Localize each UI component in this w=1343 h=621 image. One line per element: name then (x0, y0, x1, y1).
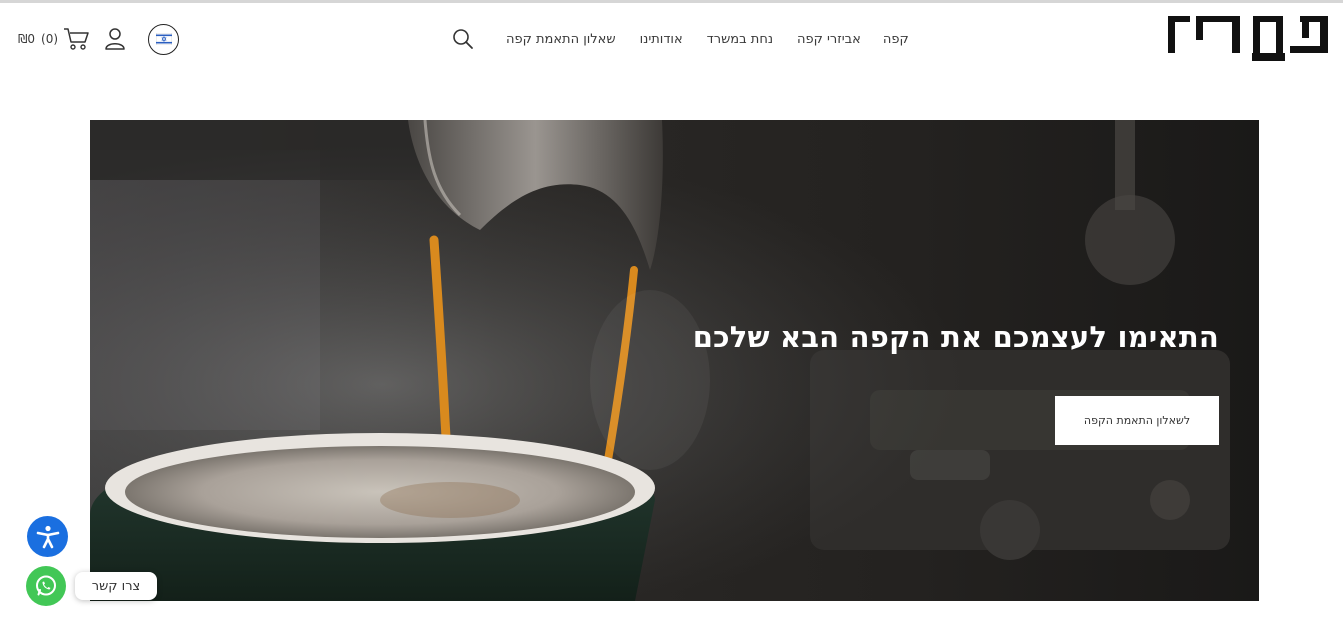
user-icon[interactable] (104, 27, 126, 51)
nav-item-coffee-quiz[interactable]: שאלון התאמת קפה (506, 32, 616, 47)
search-icon[interactable] (452, 28, 474, 50)
whatsapp-button[interactable] (26, 566, 66, 606)
site-header: קפה אביזרי קפה נחת במשרד אודותינו שאלון … (0, 3, 1343, 73)
accessibility-button[interactable] (27, 516, 68, 557)
cart-icon[interactable] (62, 26, 90, 52)
hero-title: התאימו לעצמכם את הקפה הבא שלכם (692, 320, 1219, 354)
accessibility-icon (36, 525, 59, 548)
hero-espresso-image (90, 120, 1259, 601)
nav-item-coffee-accessories[interactable]: אביזרי קפה (797, 32, 861, 47)
cart-count: (0) (41, 32, 59, 46)
header-utilities: ₪0 (0) (18, 23, 180, 55)
coffee-quiz-button[interactable]: לשאלון התאמת הקפה (1055, 396, 1219, 445)
hero-banner: התאימו לעצמכם את הקפה הבא שלכם לשאלון הת… (90, 120, 1259, 601)
whatsapp-contact-label[interactable]: צרו קשר (75, 572, 157, 600)
nav-item-about[interactable]: אודותינו (640, 32, 683, 47)
language-switcher[interactable] (148, 23, 180, 55)
site-logo[interactable] (1166, 13, 1332, 63)
nav-item-office[interactable]: נחת במשרד (707, 32, 773, 47)
nav-item-coffee[interactable]: קפה (883, 32, 909, 47)
cart-total: ₪0 (18, 32, 36, 46)
whatsapp-icon (36, 575, 56, 596)
israel-flag-icon (155, 33, 172, 45)
main-nav: קפה אביזרי קפה נחת במשרד אודותינו שאלון … (452, 27, 909, 51)
